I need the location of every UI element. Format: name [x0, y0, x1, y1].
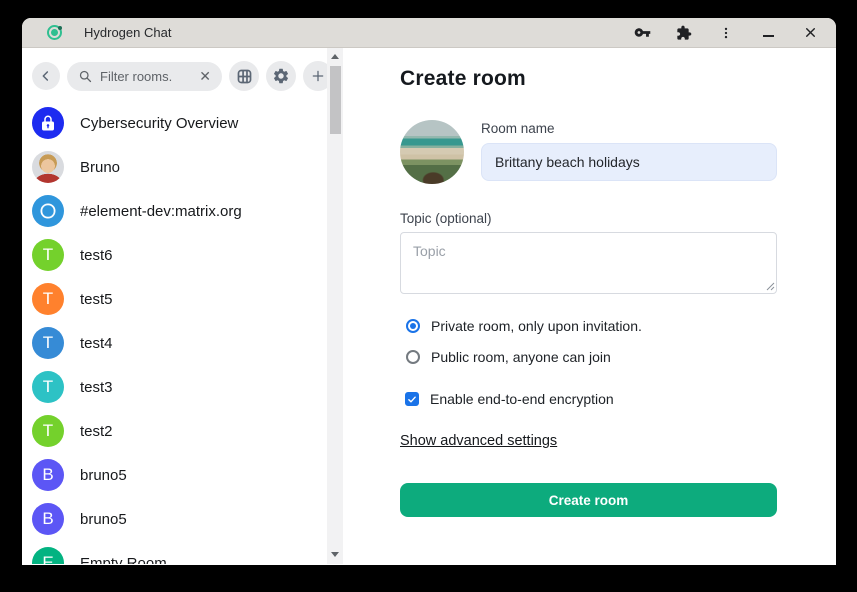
room-name-text: test2: [80, 423, 113, 440]
scrollbar-thumb[interactable]: [330, 66, 341, 134]
scroll-down-icon[interactable]: [331, 552, 339, 557]
topic-label: Topic (optional): [400, 210, 777, 227]
title-bar: Hydrogen Chat: [22, 18, 836, 48]
room-name-text: test4: [80, 335, 113, 352]
room-list-item[interactable]: B bruno5: [22, 453, 343, 497]
topic-input[interactable]: [400, 232, 777, 294]
extensions-icon[interactable]: [675, 24, 693, 42]
room-list: Cybersecurity Overview Bruno #element-de…: [22, 101, 343, 564]
room-list-item[interactable]: E Empty Room: [22, 541, 343, 564]
room-avatar-picker[interactable]: [400, 120, 464, 184]
room-list-item[interactable]: Bruno: [22, 145, 343, 189]
create-room-button[interactable]: Create room: [400, 483, 777, 517]
room-list-item[interactable]: #element-dev:matrix.org: [22, 189, 343, 233]
room-name-text: Bruno: [80, 159, 120, 176]
hydrogen-logo-icon: [47, 25, 62, 40]
plus-icon: [310, 68, 326, 84]
room-name-text: test5: [80, 291, 113, 308]
room-name-text: test3: [80, 379, 113, 396]
room-avatar: T: [32, 415, 64, 447]
room-list-item[interactable]: B bruno5: [22, 497, 343, 541]
room-avatar: [32, 107, 64, 139]
room-name-text: bruno5: [80, 511, 127, 528]
room-name-text: bruno5: [80, 467, 127, 484]
filter-rooms-placeholder: Filter rooms.: [100, 69, 192, 84]
privacy-options: Private room, only upon invitation. Publ…: [400, 316, 777, 367]
app-window: Hydrogen Chat: [22, 18, 836, 565]
room-list-item[interactable]: T test3: [22, 365, 343, 409]
room-avatar: [32, 151, 64, 183]
room-list-item[interactable]: Cybersecurity Overview: [22, 101, 343, 145]
create-room-panel: Create room Room name Topic (optional) P…: [343, 48, 836, 564]
radio-private: [406, 319, 420, 333]
privacy-option-public[interactable]: Public room, anyone can join: [406, 347, 777, 367]
scroll-up-icon[interactable]: [331, 54, 339, 59]
radio-public: [406, 350, 420, 364]
resize-handle-icon[interactable]: [765, 281, 775, 291]
minimize-button[interactable]: [759, 24, 777, 42]
page-title: Create room: [400, 66, 777, 92]
encryption-checkbox: [405, 392, 419, 406]
show-advanced-settings-link[interactable]: Show advanced settings: [400, 433, 557, 449]
sidebar-scrollbar[interactable]: [327, 48, 343, 564]
settings-button[interactable]: [266, 61, 296, 91]
sidebar-header: Filter rooms. ✕: [22, 48, 343, 102]
room-name-text: Cybersecurity Overview: [80, 115, 238, 132]
room-avatar: E: [32, 547, 64, 564]
room-avatar: B: [32, 503, 64, 535]
room-avatar: T: [32, 371, 64, 403]
encryption-option[interactable]: Enable end-to-end encryption: [400, 389, 777, 409]
room-avatar: T: [32, 283, 64, 315]
back-button[interactable]: [32, 62, 60, 90]
privacy-option-private[interactable]: Private room, only upon invitation.: [406, 316, 777, 336]
window-title: Hydrogen Chat: [84, 25, 171, 40]
clear-filter-icon[interactable]: ✕: [199, 69, 211, 83]
room-name-text: Empty Room: [80, 555, 167, 565]
room-list-item[interactable]: T test2: [22, 409, 343, 453]
key-icon[interactable]: [633, 24, 651, 42]
menu-kebab-icon[interactable]: [717, 24, 735, 42]
room-name-label: Room name: [481, 120, 777, 137]
room-avatar: T: [32, 239, 64, 271]
room-list-item[interactable]: T test5: [22, 277, 343, 321]
search-icon: [78, 69, 93, 84]
room-avatar: [32, 195, 64, 227]
close-button[interactable]: [801, 24, 819, 42]
grid-view-button[interactable]: [229, 61, 259, 91]
filter-rooms-input[interactable]: Filter rooms. ✕: [67, 62, 222, 91]
room-name-input[interactable]: [481, 143, 777, 181]
room-avatar: T: [32, 327, 64, 359]
room-name-text: test6: [80, 247, 113, 264]
sidebar: Filter rooms. ✕ Cybersecurity Overview B…: [22, 48, 343, 564]
room-list-item[interactable]: T test6: [22, 233, 343, 277]
room-avatar: B: [32, 459, 64, 491]
gear-icon: [272, 67, 290, 85]
room-list-item[interactable]: T test4: [22, 321, 343, 365]
room-name-text: #element-dev:matrix.org: [80, 203, 242, 220]
